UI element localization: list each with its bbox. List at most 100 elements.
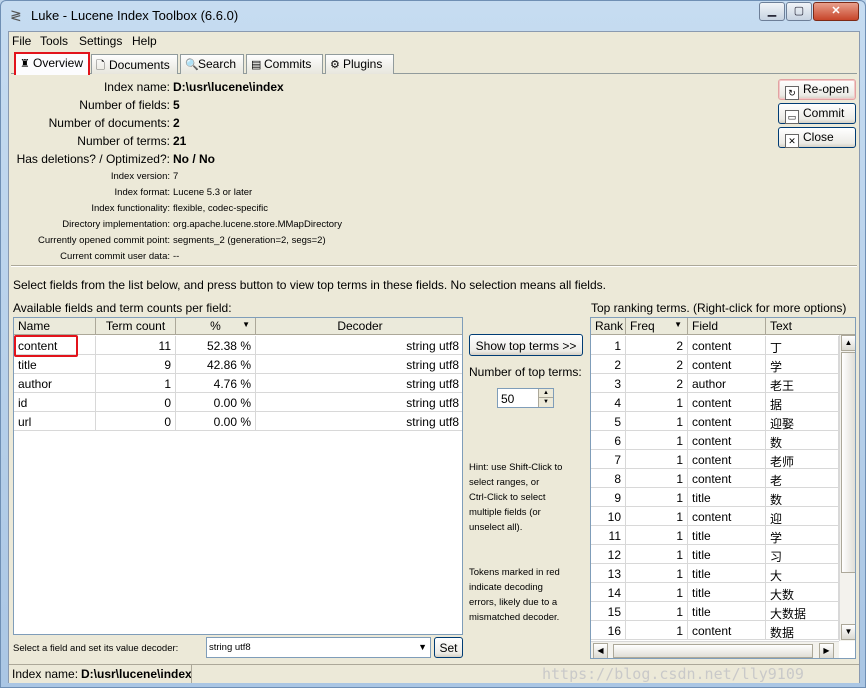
term-freq-cell: 1: [626, 488, 688, 507]
tab-search[interactable]: 🔍Search: [180, 54, 244, 74]
field-decoder-cell: string utf8: [256, 393, 462, 412]
table-row[interactable]: 14 1 title 大数: [591, 583, 839, 602]
term-field-cell: content: [688, 507, 766, 526]
scroll-left-icon[interactable]: ◀: [593, 643, 608, 658]
term-field-cell: title: [688, 583, 766, 602]
close-index-button[interactable]: ✕ Close: [778, 127, 856, 148]
column-rank[interactable]: Rank: [591, 318, 626, 335]
field-term-count-cell: 0: [96, 412, 176, 431]
table-row[interactable]: 3 2 author 老王: [591, 374, 839, 393]
decoder-select[interactable]: string utf8 ▼: [206, 637, 431, 658]
fields-table-header: Name Term count % ▼ Decoder: [14, 318, 462, 335]
column-freq[interactable]: Freq ▼: [626, 318, 688, 335]
menu-tools[interactable]: Tools: [40, 34, 68, 48]
scroll-thumb[interactable]: [841, 352, 855, 573]
terms-vertical-scrollbar[interactable]: ▲ ▼: [839, 335, 855, 641]
table-row[interactable]: title 9 42.86 % string utf8: [14, 355, 462, 374]
table-row[interactable]: 16 1 content 数据: [591, 621, 839, 640]
menu-file[interactable]: File: [12, 34, 31, 48]
save-icon: ▭: [785, 110, 799, 124]
term-freq-cell: 1: [626, 450, 688, 469]
version-value: 7: [173, 171, 179, 182]
term-freq-cell: 1: [626, 621, 688, 640]
term-rank-cell: 1: [591, 336, 626, 355]
table-row[interactable]: 13 1 title 大: [591, 564, 839, 583]
term-freq-cell: 1: [626, 469, 688, 488]
column-percent[interactable]: % ▼: [176, 318, 256, 335]
table-row[interactable]: 11 1 title 学: [591, 526, 839, 545]
menu-settings[interactable]: Settings: [79, 34, 122, 48]
table-row[interactable]: url 0 0.00 % string utf8: [14, 412, 462, 431]
table-row[interactable]: 7 1 content 老师: [591, 450, 839, 469]
functionality-value: flexible, codec-specific: [173, 203, 269, 214]
table-row[interactable]: 4 1 content 据: [591, 393, 839, 412]
term-text-cell: 丁: [766, 336, 839, 355]
field-term-count-cell: 0: [96, 393, 176, 412]
num-top-terms-spinner[interactable]: 50 ▲ ▼: [497, 388, 554, 408]
tab-overview[interactable]: ♜ Overview: [14, 52, 90, 75]
table-row[interactable]: 15 1 title 大数据: [591, 602, 839, 621]
table-row[interactable]: 6 1 content 数: [591, 431, 839, 450]
maximize-button[interactable]: ▢: [786, 2, 812, 21]
tab-plugins[interactable]: ⚙ Plugins: [325, 54, 394, 74]
table-row[interactable]: 10 1 content 迎: [591, 507, 839, 526]
tab-documents[interactable]: 🗋 Documents: [91, 54, 178, 74]
table-row[interactable]: 5 1 content 迎娶: [591, 412, 839, 431]
field-percent-cell: 0.00 %: [176, 393, 256, 412]
directory-value: org.apache.lucene.store.MMapDirectory: [173, 219, 342, 230]
set-decoder-button[interactable]: Set: [434, 637, 463, 658]
directory-label: Directory implementation:: [62, 219, 170, 230]
fields-value: 5: [173, 98, 180, 112]
decoder-select-value: string utf8: [209, 642, 251, 653]
h-scroll-thumb[interactable]: [613, 644, 813, 658]
column-term-count[interactable]: Term count: [96, 318, 176, 335]
terms-table-header: Rank Freq ▼ Field Text: [591, 318, 855, 335]
table-row[interactable]: id 0 0.00 % string utf8: [14, 393, 462, 412]
table-row[interactable]: 9 1 title 数: [591, 488, 839, 507]
column-decoder[interactable]: Decoder: [256, 318, 462, 335]
show-top-terms-button[interactable]: Show top terms >>: [469, 334, 583, 356]
term-rank-cell: 14: [591, 583, 626, 602]
spinner-down-icon[interactable]: ▼: [538, 398, 553, 407]
table-row[interactable]: author 1 4.76 % string utf8: [14, 374, 462, 393]
table-row[interactable]: 2 2 content 学: [591, 355, 839, 374]
fields-table[interactable]: Name Term count % ▼ Decoder content 11 52.…: [13, 317, 463, 635]
terms-table[interactable]: Rank Freq ▼ Field Text 1 2 content 丁 2 2 conte…: [590, 317, 856, 659]
term-rank-cell: 5: [591, 412, 626, 431]
tab-commits[interactable]: ▤ Commits: [246, 54, 323, 74]
field-term-count-cell: 9: [96, 355, 176, 374]
term-text-cell: 数: [766, 431, 839, 450]
close-window-button[interactable]: ✕: [813, 2, 859, 21]
term-field-cell: content: [688, 355, 766, 374]
format-label: Index format:: [114, 187, 170, 198]
title-bar[interactable]: ≷ Luke - Lucene Index Toolbox (6.6.0) ▁ …: [1, 1, 865, 29]
commit-button[interactable]: ▭ Commit: [778, 103, 856, 124]
field-name-cell: url: [14, 412, 96, 431]
column-field[interactable]: Field: [688, 318, 766, 335]
term-freq-cell: 1: [626, 545, 688, 564]
decoding-hint-text: Tokens marked in red indicate decoding e…: [469, 567, 560, 623]
column-text[interactable]: Text: [766, 318, 855, 335]
terms-horizontal-scrollbar[interactable]: ◀ ▶: [591, 641, 839, 658]
status-label: Index name:: [12, 667, 79, 681]
client-area: File Tools Settings Help ♜ Overview 🗋 Docu…: [8, 31, 860, 683]
table-row[interactable]: content 11 52.38 % string utf8: [14, 336, 462, 355]
terms-value: 21: [173, 134, 187, 148]
minimize-button[interactable]: ▁: [759, 2, 785, 21]
term-text-cell: 数: [766, 488, 839, 507]
term-rank-cell: 9: [591, 488, 626, 507]
app-window: ≷ Luke - Lucene Index Toolbox (6.6.0) ▁ …: [0, 0, 866, 688]
scroll-right-icon[interactable]: ▶: [819, 643, 834, 658]
menu-help[interactable]: Help: [132, 34, 157, 48]
scroll-up-icon[interactable]: ▲: [841, 335, 855, 351]
commit-point-label: Currently opened commit point:: [37, 235, 170, 246]
column-name[interactable]: Name: [14, 318, 96, 335]
table-row[interactable]: 1 2 content 丁: [591, 336, 839, 355]
term-freq-cell: 2: [626, 374, 688, 393]
table-row[interactable]: 8 1 content 老: [591, 469, 839, 488]
deletions-value: No / No: [173, 152, 215, 166]
table-row[interactable]: 12 1 title 习: [591, 545, 839, 564]
spinner-up-icon[interactable]: ▲: [538, 389, 553, 398]
scroll-down-icon[interactable]: ▼: [841, 624, 855, 640]
reopen-button[interactable]: ↻ Re-open: [778, 79, 856, 100]
